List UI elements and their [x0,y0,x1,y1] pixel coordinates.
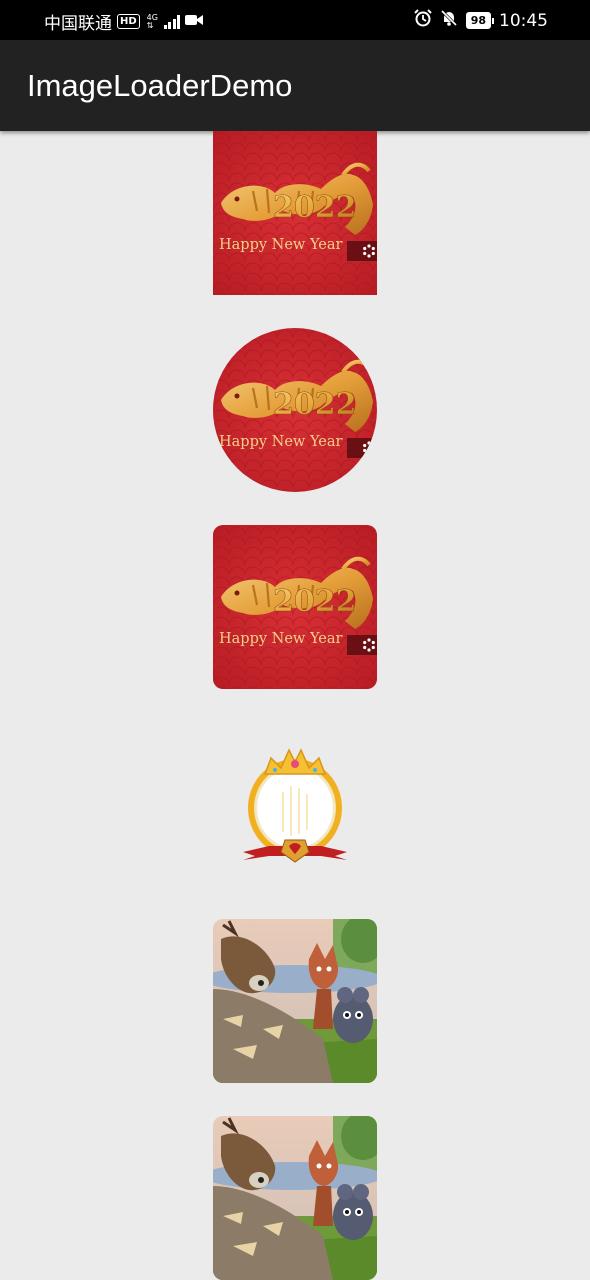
crown-frame-image [213,722,377,886]
video-call-icon [185,12,204,32]
alarm-icon [413,9,432,32]
clock: 10:45 [499,10,548,31]
carrier-name: 中国联通 [44,14,112,34]
hd-icon: HD [117,14,140,29]
data-arrows-icon: ⇅ [146,20,154,30]
mute-notifications-icon [440,9,458,32]
network-type: 4G ⇅ [146,13,158,30]
signal-strength-icon [163,14,181,29]
app-title: ImageLoaderDemo [27,68,293,103]
image-list[interactable] [0,131,590,1280]
status-bar-left: 中国联通 HD 4G ⇅ [44,9,204,34]
status-bar-right: 98 10:45 [413,9,548,32]
animated-image-rounded [213,919,377,1083]
battery-icon: 98 [465,12,495,29]
new-year-image-circle [213,328,377,492]
new-year-image-rounded [213,525,377,689]
animated-image-rounded-2 [213,1116,377,1280]
app-bar: ImageLoaderDemo [0,40,590,131]
new-year-image-square [213,131,377,295]
status-bar: 中国联通 HD 4G ⇅ 98 10:45 [0,0,590,40]
